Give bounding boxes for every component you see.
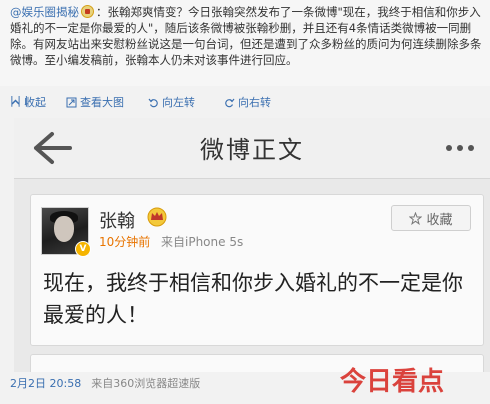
watermark-text: 今日看点 [340, 366, 444, 397]
view-large-button[interactable]: 查看大图 [66, 94, 124, 110]
image-action-bar: 收起 | 查看大图 | 向左转 | 向右转 [10, 94, 480, 112]
post-author-link[interactable]: @娱乐圈揭秘 [10, 5, 79, 19]
weibo-post-header: @娱乐圈揭秘 ：张翰郑爽情变？今日张翰突然发布了一条微博"现在，我终于相信和你步入… [0, 0, 490, 86]
rotate-right-icon [225, 98, 235, 107]
crown-icon [147, 207, 167, 227]
post-client-source: 来自360浏览器超速版 [91, 377, 201, 390]
rotate-left-label: 向左转 [162, 96, 195, 109]
card-content: 现在，我终于相信和你步入婚礼的不一定是你最爱的人！ [43, 271, 463, 327]
rotate-left-icon [148, 98, 158, 107]
post-source: 来自iPhone 5s [161, 235, 244, 249]
member-badge-icon [81, 5, 94, 18]
phone-nav-bar: 微博正文 [14, 118, 490, 179]
post-time: 10分钟前 [99, 235, 151, 249]
card-username: 张翰 [99, 211, 135, 232]
post-footer: 2月2日 20:58 来自360浏览器超速版 [10, 375, 200, 391]
favorite-button[interactable]: 收藏 [391, 205, 471, 231]
post-timestamp-link[interactable]: 2月2日 20:58 [10, 377, 81, 390]
verified-badge-icon: V [75, 241, 91, 257]
rotate-right-button[interactable]: 向右转 [224, 94, 271, 110]
phone-nav-title: 微博正文 [200, 136, 304, 164]
more-dots-icon [444, 138, 478, 158]
collapse-label: 收起 [24, 96, 46, 109]
collapse-button[interactable]: 收起 [10, 94, 46, 110]
watermark-logo: 今日看点 [340, 366, 444, 397]
star-icon [409, 211, 423, 225]
zoom-icon [66, 97, 77, 107]
rotate-right-label: 向右转 [238, 96, 271, 109]
view-large-label: 查看大图 [80, 96, 124, 109]
favorite-label: 收藏 [426, 212, 453, 228]
weibo-card: V 张翰 10分钟前 来自iPhone 5s 收藏 现在，我终于相信和你步入婚礼… [30, 194, 484, 346]
embedded-weibo-screenshot[interactable]: 微博正文 V 张翰 10分钟前 来自iPhone 5s 收藏 现在，我终于相信和… [14, 118, 490, 372]
rotate-left-button[interactable]: 向左转 [148, 94, 195, 110]
collapse-icon [11, 98, 20, 105]
